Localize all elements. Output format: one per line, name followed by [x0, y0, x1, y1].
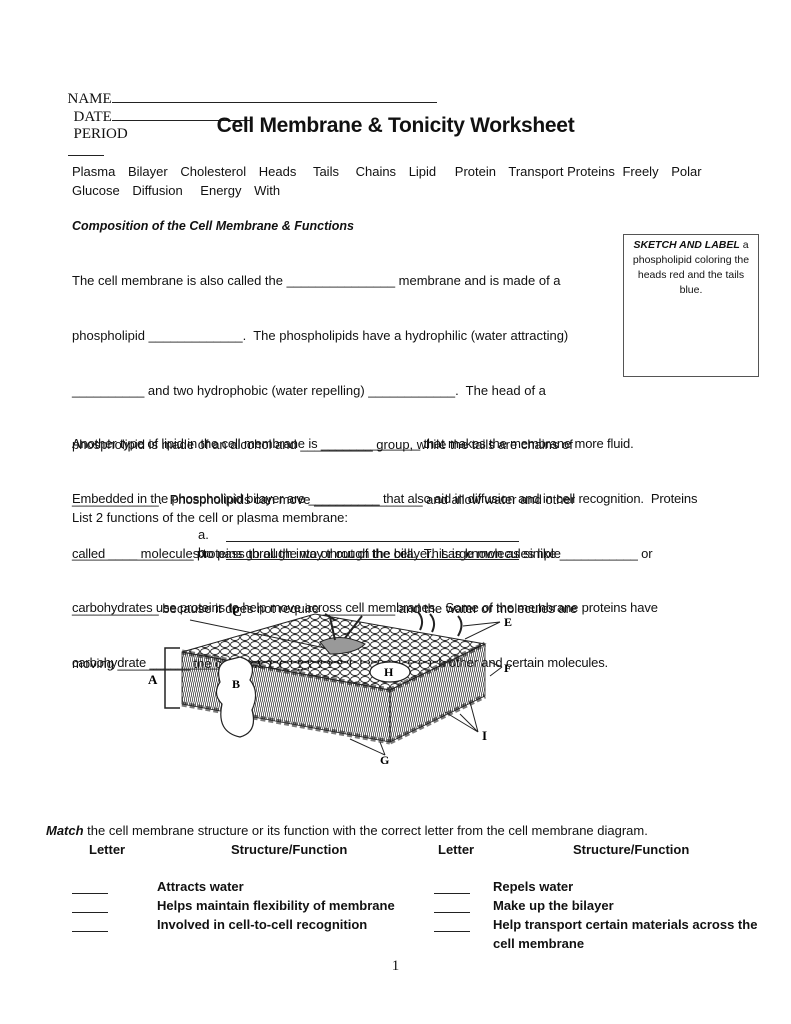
match-answer-field[interactable] [434, 931, 470, 932]
function-item-b-label: b. [198, 545, 209, 560]
match-item: Attracts water [157, 879, 244, 894]
column-header-letter-left: Letter [89, 842, 126, 857]
match-item: Involved in cell-to-cell recognition [157, 917, 368, 932]
word-bank-item: Freely [622, 164, 659, 179]
diagram-label-i: I [482, 728, 487, 743]
diagram-label-f: F [504, 661, 511, 675]
word-bank-item: Plasma [72, 164, 116, 179]
match-item: Help transport certain materials across … [493, 917, 758, 932]
paragraph-line: The cell membrane is also called the ___… [72, 273, 561, 289]
matching-intro-bold: Match [46, 823, 84, 838]
sketch-label: SKETCH AND LABEL [633, 239, 740, 251]
column-header-structure-right: Structure/Function [573, 842, 690, 857]
word-bank-item: Chains [355, 164, 397, 179]
diagram-label-e: E [504, 615, 512, 629]
word-bank-item: Protein [454, 164, 496, 179]
word-bank-item: Glucose [72, 183, 120, 198]
word-bank-item: Lipid [408, 164, 437, 179]
matching-intro-text: the cell membrane structure or its funct… [83, 823, 648, 838]
function-item-a-label: a. [198, 527, 209, 542]
word-bank-item: Heads [258, 164, 297, 179]
match-item-continued: cell membrane [493, 936, 585, 951]
match-answer-field[interactable] [72, 893, 108, 894]
word-bank-item: With [254, 183, 281, 198]
match-item: Helps maintain flexibility of membrane [157, 898, 395, 913]
name-label: NAME [67, 91, 112, 107]
sketch-instructions: SKETCH AND LABEL a phospholipid coloring… [624, 235, 758, 301]
page-title: Cell Membrane & Tonicity Worksheet [216, 114, 575, 137]
paragraph-line: Embedded in the phospholipid bilayer are… [72, 491, 698, 507]
paragraph-line: phospholipid _____________. The phosphol… [72, 328, 569, 344]
paragraph-line: called ____________ proteins go all the … [72, 545, 653, 561]
word-bank-item: Tails [312, 164, 339, 179]
column-header-structure-left: Structure/Function [231, 842, 348, 857]
match-item: Repels water [493, 879, 574, 894]
function-item-b-field[interactable] [226, 559, 519, 560]
function-item-a-field[interactable] [226, 541, 519, 542]
column-header-letter-right: Letter [438, 842, 475, 857]
transport-protein-b [215, 656, 257, 738]
word-bank-item: Cholesterol [180, 164, 247, 179]
word-bank-item: Diffusion [132, 183, 183, 198]
diagram-label-a: A [148, 672, 158, 687]
name-field[interactable] [111, 90, 437, 103]
word-bank: Plasma Bilayer Cholesterol Heads Tails C… [72, 162, 722, 200]
paragraph-line: Another type of lipid in the cell membra… [72, 436, 634, 452]
word-bank-item: Energy [200, 183, 242, 198]
match-answer-field[interactable] [434, 912, 470, 913]
match-answer-field[interactable] [434, 893, 470, 894]
match-answer-field[interactable] [72, 931, 108, 932]
diagram-label-g: G [380, 753, 389, 767]
cell-membrane-diagram: A B C E F G H I [148, 605, 512, 767]
match-item: Make up the bilayer [493, 898, 614, 913]
match-answer-field[interactable] [72, 912, 108, 913]
paragraph-line: __________ and two hydrophobic (water re… [72, 382, 546, 398]
diagram-label-h: H [384, 665, 394, 679]
page-number: 1 [391, 958, 400, 974]
diagram-label-c: C [232, 605, 242, 620]
section-heading: Composition of the Cell Membrane & Funct… [72, 219, 354, 233]
sketch-box[interactable]: SKETCH AND LABEL a phospholipid coloring… [623, 234, 759, 377]
matching-instructions: Match the cell membrane structure or its… [46, 823, 648, 838]
bracket-a [164, 647, 180, 709]
period-field[interactable] [67, 143, 104, 156]
diagram-label-b: B [232, 677, 240, 691]
word-bank-item: Bilayer [127, 164, 168, 179]
functions-prompt: List 2 functions of the cell or plasma m… [72, 510, 349, 525]
word-bank-item: Transport Proteins [508, 164, 615, 179]
word-bank-item: Polar [671, 164, 702, 179]
